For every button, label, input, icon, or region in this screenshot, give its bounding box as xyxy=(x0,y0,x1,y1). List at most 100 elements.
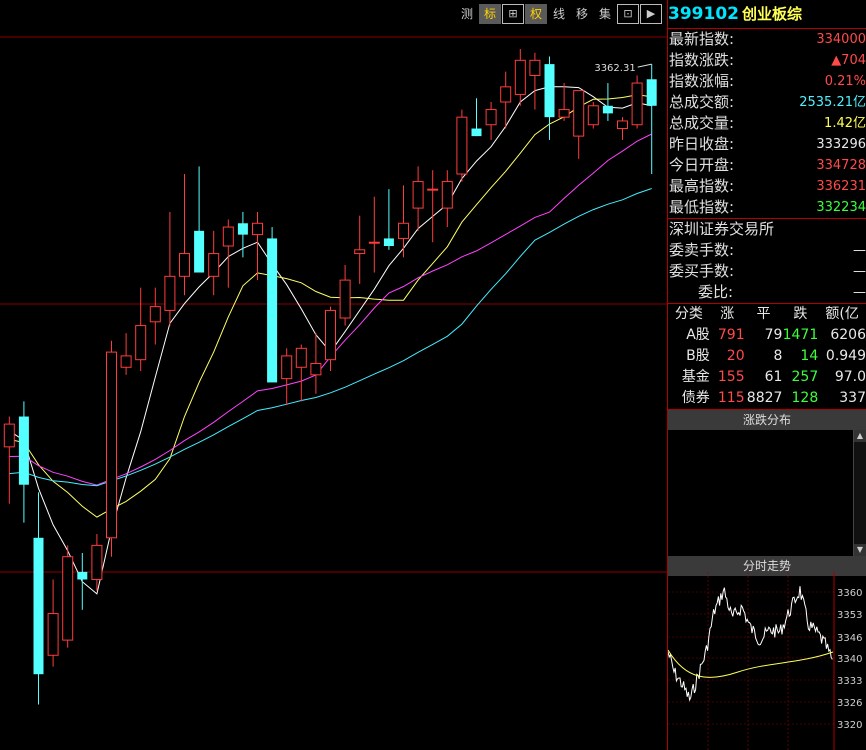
stats-cell-cat: A股 xyxy=(686,327,710,343)
set-button[interactable]: 集 xyxy=(594,4,616,24)
stats-row[interactable]: 债券 115 8827 128 337 xyxy=(668,388,866,409)
candle-body xyxy=(33,537,44,675)
market-stats-table: 分类 涨 平 跌 额(亿 A股 791 79 1471 6206 B股 20 8 14 0.949 基金 155… xyxy=(668,304,866,409)
stats-header-cell: 额(亿 xyxy=(825,306,859,322)
quote-row: 总成交额: 2535.21亿 xyxy=(668,92,866,113)
candle-body xyxy=(62,556,74,641)
quote-row: 昨日收盘: 333296 xyxy=(668,134,866,155)
candle-body xyxy=(77,571,88,580)
order-book-row: 委比: — xyxy=(668,282,866,303)
quote-label: 今日开盘: xyxy=(669,156,735,174)
stats-header-cell: 跌 xyxy=(793,306,808,322)
stats-cell-flat: 79 xyxy=(764,327,783,343)
stats-cell-cat: B股 xyxy=(686,348,710,364)
high-annotation-label: 3362.31 xyxy=(594,63,635,74)
quote-label: 最高指数: xyxy=(669,177,735,195)
candle-body xyxy=(558,109,570,118)
stats-row[interactable]: B股 20 8 14 0.949 xyxy=(668,346,866,367)
candle-body xyxy=(573,90,585,137)
candle-body xyxy=(514,59,526,95)
stats-row[interactable]: A股 791 79 1471 6206 xyxy=(668,325,866,346)
candle-body xyxy=(237,223,248,235)
candle-body xyxy=(208,253,220,277)
window-button[interactable]: ⊡ xyxy=(617,4,639,24)
stats-cell-flat: 8827 xyxy=(746,390,783,406)
move-button[interactable]: 移 xyxy=(571,4,593,24)
candle-body xyxy=(18,416,29,485)
quote-row: 总成交量: 1.42亿 xyxy=(668,113,866,134)
next-button[interactable]: ▶ xyxy=(640,4,662,24)
intraday-ylabel: 3353 xyxy=(837,610,862,621)
order-book-row: 委买手数: — xyxy=(668,261,866,282)
quote-value: 0.21% xyxy=(824,74,866,89)
kline-chart[interactable]: 3362.31 xyxy=(0,0,667,750)
order-book-row: 委卖手数: — xyxy=(668,240,866,261)
distribution-panel-header[interactable]: 涨跌分布 xyxy=(668,410,866,430)
scroll-down-icon[interactable]: ▼ xyxy=(854,544,866,556)
stats-cell-up: 115 xyxy=(717,390,745,406)
candle-body xyxy=(135,325,147,361)
candle-body xyxy=(587,105,599,126)
mark-button[interactable]: 标 xyxy=(479,4,501,24)
order-book-label: 委比: xyxy=(698,283,734,301)
candle-body xyxy=(295,347,307,368)
stats-row[interactable]: 基金 155 61 257 97.0 xyxy=(668,367,866,388)
quote-list: 最新指数: 334000 指数涨跌: ▲704 指数涨幅: 0.21% 总成交额: 2535.… xyxy=(668,29,866,218)
order-book-value: — xyxy=(853,264,866,279)
candle-body xyxy=(602,105,613,114)
candle-body xyxy=(383,238,394,246)
candle-body xyxy=(91,544,103,580)
exchange-name: 深圳证券交易所 xyxy=(669,220,775,238)
candle-body xyxy=(368,241,380,244)
ma10-line xyxy=(9,94,652,518)
rights-button[interactable]: 权 xyxy=(525,4,547,24)
grid-layout-button[interactable]: ⊞ xyxy=(502,4,524,24)
candle-body xyxy=(267,238,278,383)
line-button[interactable]: 线 xyxy=(548,4,570,24)
candle-body xyxy=(3,423,15,448)
scroll-up-icon[interactable]: ▲ xyxy=(854,430,866,442)
candle-body xyxy=(471,128,482,137)
order-book-label: 委卖手数: xyxy=(669,241,735,259)
stats-cell-amt: 6206 xyxy=(830,327,866,343)
quote-row: 最新指数: 334000 xyxy=(668,29,866,50)
order-book-label: 委买手数: xyxy=(669,262,735,280)
candle-body xyxy=(485,109,497,126)
quote-row: 指数涨跌: ▲704 xyxy=(668,50,866,71)
intraday-ylabel: 3333 xyxy=(837,676,862,687)
candle-body xyxy=(310,362,322,376)
candle-body xyxy=(164,275,176,311)
intraday-ylabel: 3326 xyxy=(837,698,862,709)
measure-button[interactable]: 测 xyxy=(456,4,478,24)
quote-row: 今日开盘: 334728 xyxy=(668,155,866,176)
high-annotation-line xyxy=(637,63,652,68)
intraday-ylabel: 3340 xyxy=(837,654,862,665)
stats-cell-up: 791 xyxy=(717,327,745,343)
stats-cell-down: 128 xyxy=(791,390,819,406)
candle-body xyxy=(194,230,205,273)
candle-body xyxy=(120,355,132,368)
quote-label: 最低指数: xyxy=(669,198,735,216)
chart-toolbar: 测标 ⊞ 权线移集 ⊡ ▶ xyxy=(456,4,663,26)
stats-cell-cat: 基金 xyxy=(681,369,710,385)
vertical-scrollbar[interactable]: ▲ ▼ xyxy=(853,430,866,556)
quote-value: ▲704 xyxy=(831,53,866,68)
stock-name: 创业板综 xyxy=(741,5,802,23)
intraday-chart[interactable]: 3360 3353 3346 3340 3333 3326 3320 xyxy=(668,572,866,750)
stats-cell-flat: 8 xyxy=(773,348,783,364)
candle-body xyxy=(398,222,409,239)
quote-value: 1.42亿 xyxy=(824,116,866,131)
candle-body xyxy=(456,116,468,175)
quote-panel: 399102 创业板综 最新指数: 334000 指数涨跌: ▲704 指数涨幅: 0.21… xyxy=(667,0,866,750)
stats-cell-flat: 61 xyxy=(764,369,783,385)
quote-row: 最高指数: 336231 xyxy=(668,176,866,197)
stock-title: 399102 创业板综 xyxy=(668,0,866,28)
candle-body xyxy=(441,181,453,209)
intraday-ylabel: 3346 xyxy=(837,633,862,644)
candle-body xyxy=(617,120,628,130)
quote-value: 332234 xyxy=(816,200,866,215)
order-book-value: — xyxy=(853,243,866,258)
intraday-average-line xyxy=(668,649,834,678)
stats-cell-amt: 0.949 xyxy=(825,348,866,364)
candle-body xyxy=(427,188,439,191)
